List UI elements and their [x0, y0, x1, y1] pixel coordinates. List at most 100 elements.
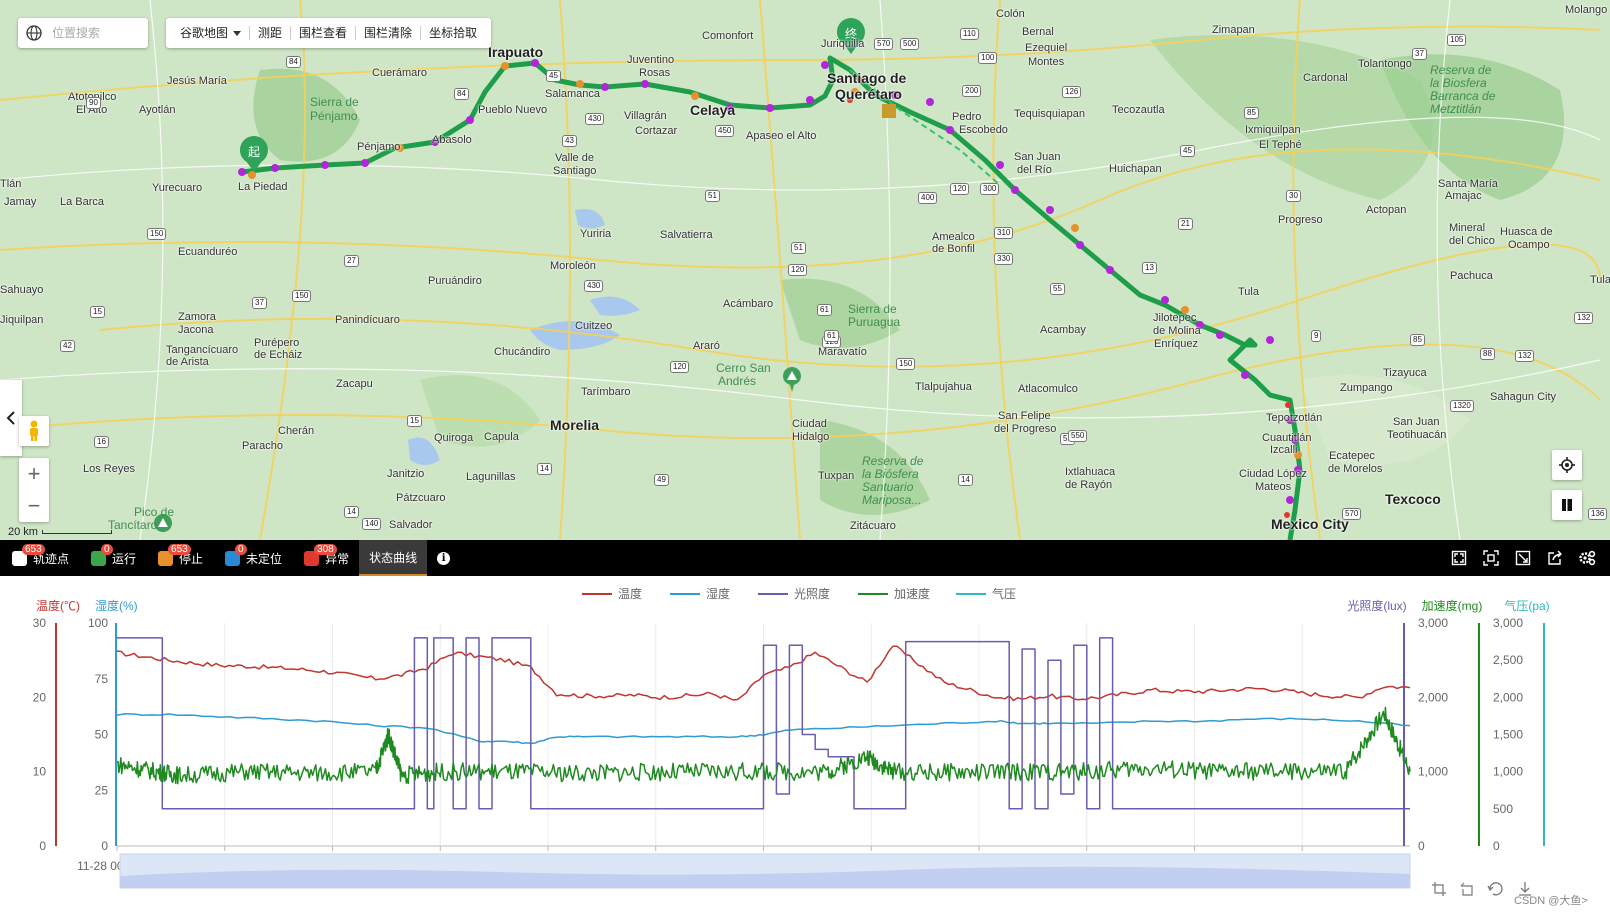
right-tick-label: 1,000 — [1493, 765, 1523, 779]
highway-shield-icon: 15 — [407, 415, 422, 427]
filter-stopped[interactable]: 653 停止 — [146, 540, 213, 576]
map-place-label: Tuxpan — [818, 470, 855, 482]
map-place-label: Tula — [1238, 286, 1259, 298]
tab-status-curve[interactable]: 状态曲线 — [359, 540, 428, 576]
map-place-label: Los Reyes — [83, 463, 135, 475]
zoom-area-icon[interactable] — [1431, 881, 1447, 897]
settings-button[interactable] — [1578, 549, 1596, 567]
series-line-3[interactable] — [117, 637, 1410, 810]
map-place-label: Cuitzeo — [575, 320, 613, 332]
map-place-label: Cortazar — [635, 125, 678, 137]
highway-shield-icon: 37 — [1412, 48, 1427, 60]
map-scale: 20 km — [8, 526, 112, 538]
fence-view-button[interactable]: 围栏查看 — [291, 18, 355, 48]
share-button[interactable] — [1546, 549, 1564, 567]
caret-down-icon — [233, 31, 242, 37]
count-badge: 653 — [22, 544, 45, 555]
map-place-label: Ecatepec — [1329, 450, 1375, 462]
info-icon[interactable]: i — [437, 551, 451, 565]
highway-shield-icon: 61 — [824, 330, 839, 342]
map-place-label: Pachuca — [1450, 270, 1493, 282]
street-view-button[interactable] — [19, 416, 49, 446]
map-place-label: Comonfort — [702, 30, 754, 42]
map-place-label: Bernal — [1022, 26, 1054, 38]
map-place-label: San Juan — [1014, 151, 1061, 163]
highway-shield-icon: 16 — [94, 436, 109, 448]
temperature-tick-label: 20 — [33, 690, 47, 704]
highway-shield-icon: 90 — [86, 97, 101, 109]
map-place-label: Tequisquiapan — [1014, 108, 1085, 120]
highway-shield-icon: 49 — [654, 474, 669, 486]
fence-clear-button[interactable]: 围栏清除 — [356, 18, 420, 48]
map-place-label: Pico de — [134, 505, 175, 519]
map-place-label: Chucándiro — [494, 346, 551, 358]
map-layer-button[interactable] — [1552, 490, 1582, 520]
map-place-label: Cerro San — [716, 361, 771, 375]
highway-shield-icon: 51 — [705, 190, 720, 202]
zoom-in-button[interactable]: + — [19, 458, 49, 490]
map-place-label: Amajac — [1445, 190, 1482, 202]
map-place-label: Yuriria — [580, 228, 612, 240]
map-place-label: Progreso — [1278, 214, 1323, 226]
export-image-icon — [1515, 550, 1531, 566]
highway-shield-icon: 42 — [60, 340, 75, 352]
search-input[interactable] — [52, 26, 142, 40]
map-place-label: Tancítaro — [108, 518, 158, 532]
filter-track-points[interactable]: 653 轨迹点 — [0, 540, 79, 576]
humidity-tick-label: 25 — [95, 783, 109, 797]
highway-shield-icon: 15 — [90, 306, 105, 318]
right-axis-title: 光照度(lux) — [1347, 598, 1406, 613]
map-place-label: Ayotlán — [139, 104, 176, 116]
map-place-label: Mariposa... — [862, 493, 922, 507]
export-image-button[interactable] — [1514, 549, 1532, 567]
temperature-tick-label: 0 — [39, 839, 46, 853]
map-place-label: Juventino — [627, 54, 675, 66]
filter-unlocated[interactable]: 0 未定位 — [213, 540, 292, 576]
highway-shield-icon: 105 — [1447, 34, 1467, 46]
restore-icon[interactable] — [1487, 881, 1505, 897]
map-place-label: Jiquilpan — [0, 314, 44, 326]
map-place-label: de Morelos — [1328, 463, 1383, 475]
app-root: 起 终 Colón Bernal Zimapan Comonfort Irapuato J… — [0, 0, 1610, 915]
map-place-label: La Barca — [60, 196, 105, 208]
filter-label: 运行 — [112, 551, 137, 566]
map-place-label: Texcoco — [1385, 491, 1441, 507]
highway-shield-icon: 13 — [1142, 262, 1157, 274]
map-place-label: de Bonfil — [932, 243, 975, 255]
chart-canvas[interactable]: 11-28 00:00:0011-28 00:00:0011-28 00:00:… — [0, 576, 1610, 915]
highway-shield-icon: 9 — [1311, 330, 1322, 342]
right-tick-label: 0 — [1418, 839, 1425, 853]
highway-shield-icon: 1320 — [1450, 400, 1474, 412]
filter-running[interactable]: 0 运行 — [79, 540, 146, 576]
highway-shield-icon: 45 — [1180, 145, 1195, 157]
map-place-label: Araró — [693, 340, 720, 352]
location-search[interactable] — [18, 18, 148, 48]
highway-shield-icon: 570 — [874, 38, 894, 50]
legend-item: 加速度 — [894, 586, 930, 601]
highway-shield-icon: 200 — [962, 85, 982, 97]
map-view[interactable]: 起 终 Colón Bernal Zimapan Comonfort Irapuato J… — [0, 0, 1610, 540]
locate-button[interactable] — [1552, 450, 1582, 480]
map-place-label: Molango — [1565, 4, 1608, 16]
map-place-label: la Biosfera — [1430, 76, 1487, 90]
map-place-label: Juriquilla — [821, 38, 865, 50]
map-type-dropdown[interactable]: 谷歌地图 — [172, 18, 249, 48]
humidity-tick-label: 100 — [88, 616, 108, 630]
highway-shield-icon: 150 — [292, 290, 312, 302]
measure-distance-button[interactable]: 测距 — [250, 18, 290, 48]
fit-view-button[interactable] — [1482, 549, 1500, 567]
map-place-label: Tulan — [1590, 274, 1610, 286]
status-curve-chart[interactable]: 11-28 00:00:0011-28 00:00:0011-28 00:00:… — [0, 576, 1610, 915]
zoom-reset-icon[interactable] — [1459, 881, 1475, 897]
zoom-out-button[interactable]: − — [19, 490, 49, 522]
coordinate-pick-button[interactable]: 坐标拾取 — [421, 18, 485, 48]
legend-item: 温度 — [618, 586, 642, 601]
right-tick-label: 2,000 — [1418, 690, 1448, 704]
map-place-label: Salvador — [389, 519, 433, 531]
filter-abnormal[interactable]: 308 异常 — [292, 540, 359, 576]
map-place-label: San Juan — [1393, 416, 1440, 428]
fullscreen-button[interactable] — [1450, 549, 1468, 567]
map-place-label: Hidalgo — [792, 431, 830, 443]
temperature-tick-label: 30 — [33, 616, 47, 630]
highway-shield-icon: 330 — [994, 253, 1014, 265]
